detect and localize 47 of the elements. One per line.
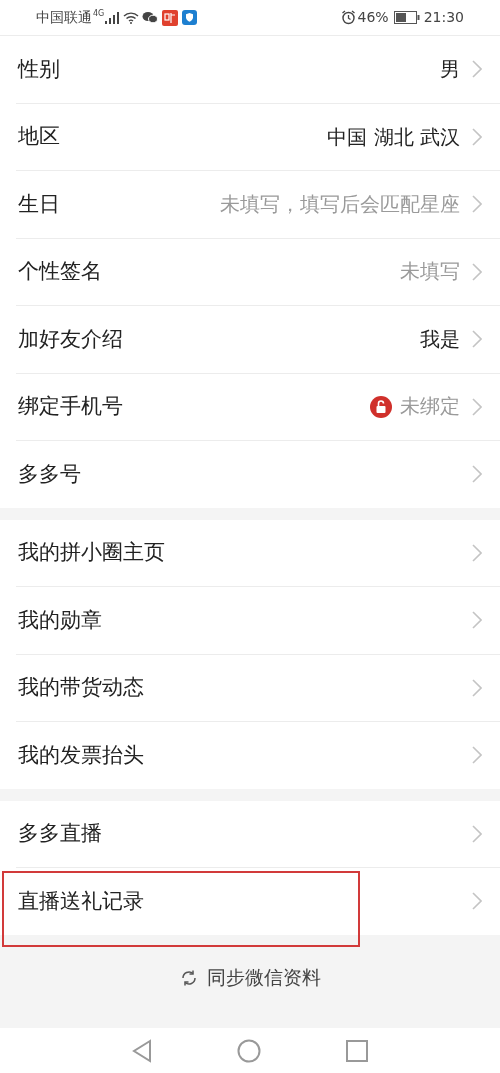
wifi-icon bbox=[123, 11, 140, 24]
battery-icon bbox=[393, 11, 420, 24]
signal-icon bbox=[105, 11, 120, 24]
row-label: 地区 bbox=[18, 123, 60, 150]
row-label: 性别 bbox=[18, 55, 60, 83]
row-label: 多多直播 bbox=[18, 820, 102, 847]
row-label: 直播送礼记录 bbox=[18, 887, 144, 915]
row-value: 未填写 bbox=[400, 259, 460, 286]
row-label: 我的勋章 bbox=[18, 606, 102, 634]
chevron-right-icon bbox=[472, 611, 482, 630]
row-label: 绑定手机号 bbox=[18, 393, 123, 420]
chevron-right-icon bbox=[472, 195, 482, 214]
row-value: 男 bbox=[440, 56, 460, 84]
chevron-right-icon bbox=[472, 127, 482, 146]
row-value: 中国 湖北 武汉 bbox=[327, 123, 460, 151]
chevron-right-icon bbox=[472, 678, 482, 697]
row-value: 未填写，填写后会匹配星座 bbox=[220, 191, 460, 218]
chat-bubbles-icon bbox=[142, 11, 159, 24]
app-badge-icon bbox=[162, 9, 179, 26]
alarm-icon bbox=[340, 10, 356, 25]
chevron-right-icon bbox=[472, 746, 482, 765]
chevron-right-icon bbox=[472, 892, 482, 911]
row-value: 我是 bbox=[420, 326, 460, 354]
sync-wechat-profile-link[interactable]: 同步微信资料 bbox=[179, 964, 321, 991]
clock-time: 21:30 bbox=[423, 8, 464, 27]
chevron-right-icon bbox=[472, 262, 482, 281]
battery-percent: 46% bbox=[357, 8, 389, 27]
row-label: 我的带货动态 bbox=[18, 674, 144, 701]
row-label: 我的拼小圈主页 bbox=[18, 539, 165, 566]
network-type: 4G bbox=[93, 8, 105, 20]
shield-icon bbox=[182, 10, 198, 25]
recent-apps-icon[interactable] bbox=[346, 1039, 368, 1062]
row-label: 个性签名 bbox=[18, 258, 102, 285]
home-icon[interactable] bbox=[237, 1038, 261, 1063]
chevron-right-icon bbox=[472, 824, 482, 843]
chevron-right-icon bbox=[472, 397, 482, 416]
chevron-right-icon bbox=[472, 465, 482, 484]
row-label: 多多号 bbox=[18, 460, 81, 488]
row-label: 生日 bbox=[18, 190, 60, 218]
chevron-right-icon bbox=[472, 543, 482, 562]
row-label: 加好友介绍 bbox=[18, 325, 123, 353]
carrier-name: 中国联通 bbox=[36, 8, 92, 27]
chevron-right-icon bbox=[472, 330, 482, 349]
row-value: 未绑定 bbox=[400, 394, 460, 421]
chevron-right-icon bbox=[472, 60, 482, 79]
row-label: 我的发票抬头 bbox=[18, 741, 144, 769]
back-icon[interactable] bbox=[132, 1038, 152, 1063]
